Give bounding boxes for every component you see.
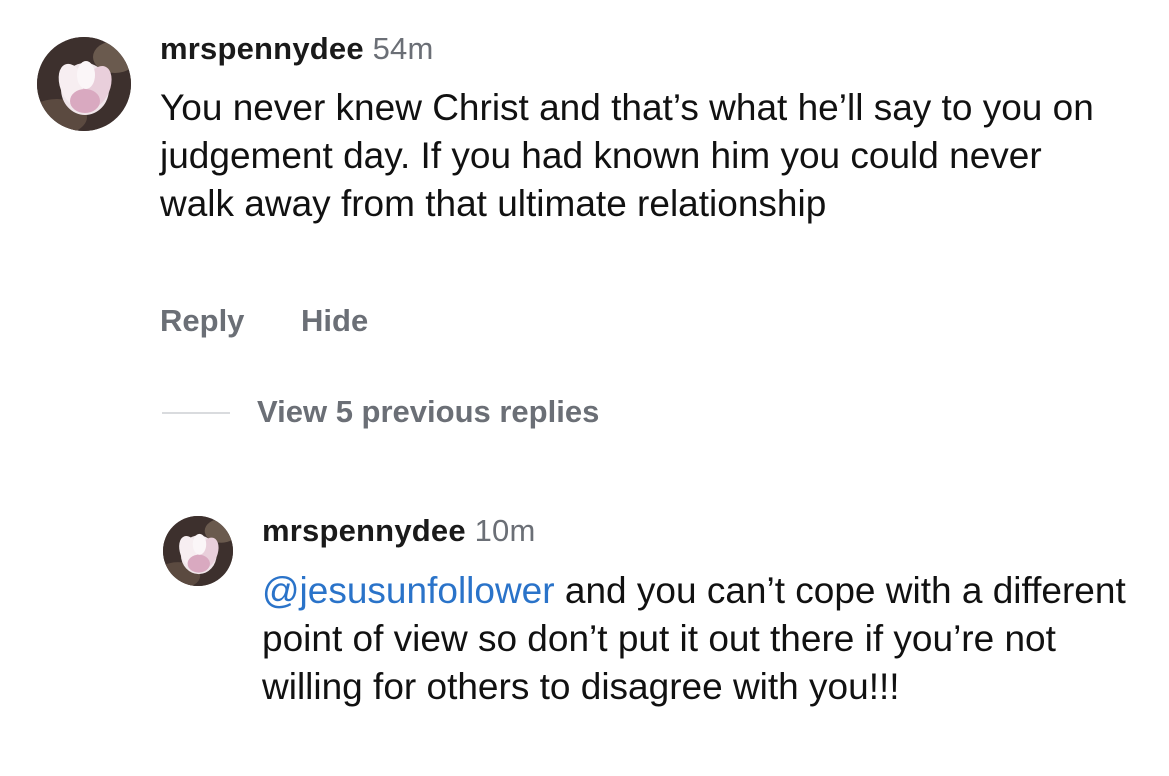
magnolia-flower-icon: [37, 37, 131, 131]
mention-link[interactable]: @jesusunfollower: [262, 570, 555, 611]
magnolia-flower-icon: [163, 516, 233, 586]
comment-avatar[interactable]: [37, 37, 131, 131]
view-replies-divider: [162, 412, 230, 414]
view-previous-replies-button[interactable]: View 5 previous replies: [257, 394, 599, 430]
comment-timestamp: 54m: [372, 31, 434, 66]
reply-timestamp: 10m: [474, 513, 536, 548]
reply-button[interactable]: Reply: [160, 303, 244, 338]
hide-button[interactable]: Hide: [301, 303, 368, 338]
comment-username[interactable]: mrspennydee: [160, 31, 364, 66]
reply-username-row: mrspennydee 10m: [262, 513, 536, 549]
reply-username[interactable]: mrspennydee: [262, 513, 466, 548]
comment-username-row: mrspennydee 54m: [160, 31, 434, 67]
reply-text: @jesusunfollower and you can’t cope with…: [262, 567, 1142, 711]
comment-actions: Reply Hide: [160, 303, 368, 339]
comment-text: You never knew Christ and that’s what he…: [160, 87, 1094, 224]
reply-avatar[interactable]: [163, 516, 233, 586]
